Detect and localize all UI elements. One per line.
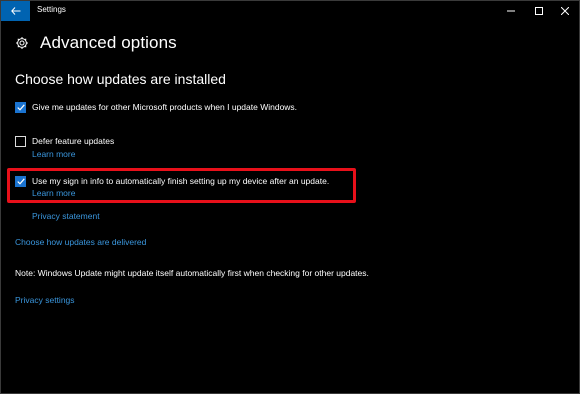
checkmark-icon [16, 178, 25, 185]
maximize-icon [535, 7, 543, 15]
close-button[interactable] [551, 1, 579, 21]
option-defer-feature-updates[interactable]: Defer feature updates [15, 136, 114, 147]
checkbox-sign-in-info[interactable] [15, 176, 26, 187]
settings-window: Settings Advanced options Choose how upd… [0, 0, 580, 394]
privacy-settings-link[interactable]: Privacy settings [15, 295, 75, 305]
close-icon [561, 7, 569, 15]
option-sign-in-info[interactable]: Use my sign in info to automatically fin… [15, 176, 329, 187]
option-label: Defer feature updates [32, 136, 115, 146]
title-bar: Settings [1, 1, 579, 21]
minimize-button[interactable] [497, 1, 525, 21]
maximize-button[interactable] [525, 1, 553, 21]
learn-more-link-defer[interactable]: Learn more [32, 149, 75, 159]
delivery-options-link[interactable]: Choose how updates are delivered [15, 237, 146, 247]
option-label: Use my sign in info to automatically fin… [32, 176, 330, 186]
learn-more-link-sign-in[interactable]: Learn more [32, 188, 75, 198]
privacy-statement-link[interactable]: Privacy statement [32, 211, 100, 221]
gear-icon [16, 37, 28, 49]
checkmark-icon [16, 104, 25, 111]
checkbox-other-ms-products[interactable] [15, 102, 26, 113]
page-title: Advanced options [40, 33, 177, 52]
option-other-ms-products[interactable]: Give me updates for other Microsoft prod… [15, 102, 297, 113]
option-label: Give me updates for other Microsoft prod… [32, 102, 298, 112]
minimize-icon [507, 10, 515, 12]
back-button[interactable] [1, 1, 30, 21]
checkbox-defer-feature-updates[interactable] [15, 136, 26, 147]
back-arrow-icon [10, 7, 20, 15]
section-heading: Choose how updates are installed [15, 71, 226, 87]
window-title: Settings [37, 5, 66, 14]
update-note: Note: Windows Update might update itself… [15, 268, 369, 278]
